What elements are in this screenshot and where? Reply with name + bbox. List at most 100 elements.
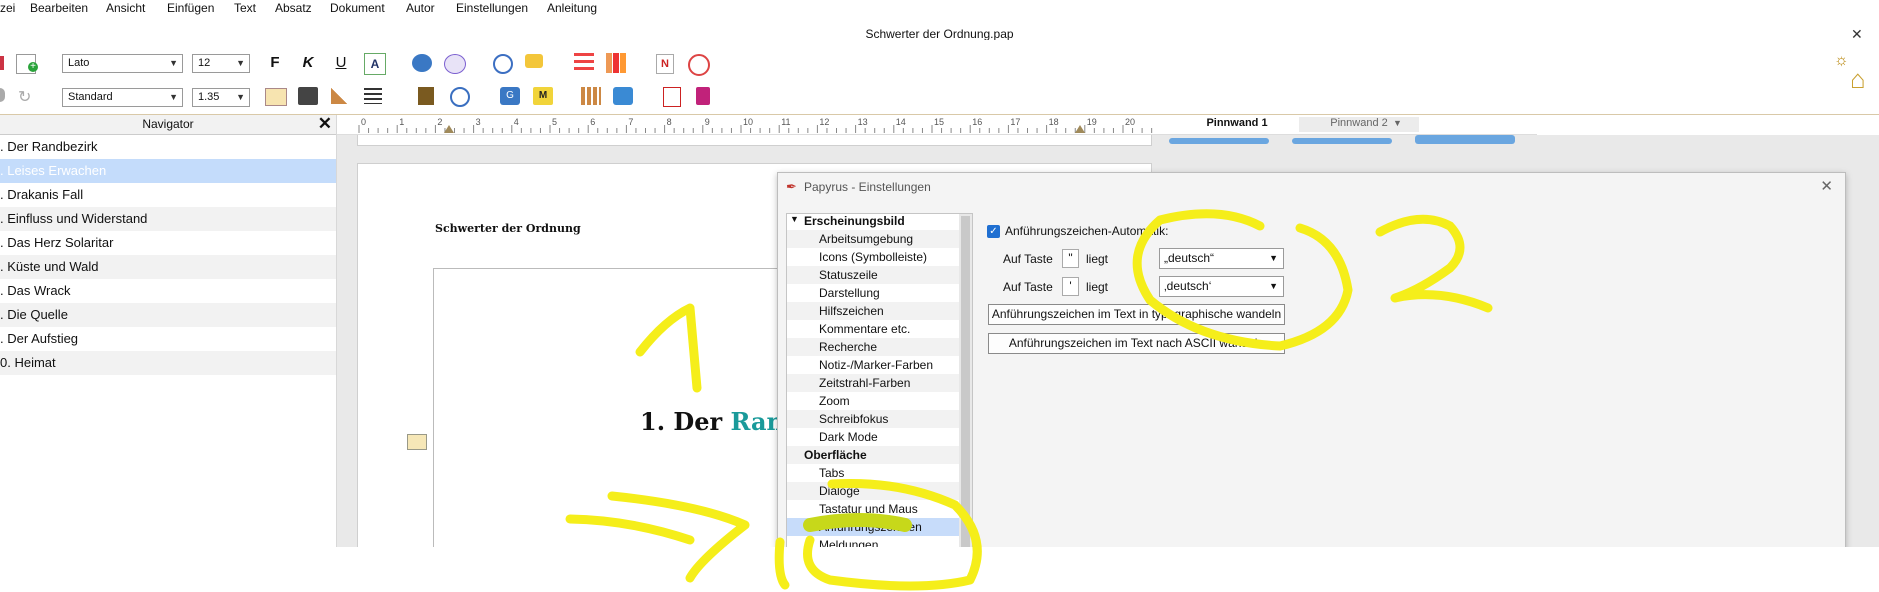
masks-icon[interactable] xyxy=(412,54,432,72)
style-select[interactable]: Standard ▼ xyxy=(62,88,183,107)
pinboard-card[interactable] xyxy=(1169,138,1269,144)
settings-gear-icon[interactable] xyxy=(688,54,710,76)
convert-ascii-button[interactable]: Anführungszeichen im Text nach ASCII wan… xyxy=(988,333,1285,354)
key-field-2[interactable]: ' xyxy=(1062,277,1079,296)
menu-text[interactable]: Text xyxy=(234,0,256,17)
dialog-title: Papyrus - Einstellungen xyxy=(804,180,931,194)
tree-group-header[interactable]: Oberfläche xyxy=(787,446,972,464)
tree-item[interactable]: Hilfszeichen xyxy=(787,302,972,320)
nav-item-chapter-2[interactable]: . Leises Erwachen xyxy=(0,159,336,183)
note-card-icon[interactable] xyxy=(407,434,427,450)
menu-ansicht[interactable]: Ansicht xyxy=(106,0,145,17)
chevron-down-icon[interactable]: ▼ xyxy=(1393,118,1402,128)
tree-item[interactable]: Notiz-/Marker-Farben xyxy=(787,356,972,374)
tree-item[interactable]: Zeitstrahl-Farben xyxy=(787,374,972,392)
auto-quotes-label: Anführungszeichen-Automatik: xyxy=(1005,224,1169,238)
underline-button[interactable]: U xyxy=(331,53,351,73)
card-icon[interactable] xyxy=(265,88,287,106)
ebook-icon[interactable] xyxy=(696,87,710,105)
menu-einfuegen[interactable]: Einfügen xyxy=(167,0,214,17)
ruler-right-indent-marker[interactable] xyxy=(1075,125,1085,133)
menu-dokument[interactable]: Dokument xyxy=(330,0,385,17)
search-replace-icon[interactable] xyxy=(493,54,513,74)
close-navigator-icon[interactable]: ✕ xyxy=(318,114,332,133)
tree-item[interactable]: Anführungszeichen xyxy=(787,518,972,536)
auto-quotes-checkbox[interactable]: ✓ xyxy=(987,225,1000,238)
nav-item-chapter-8[interactable]: . Die Quelle xyxy=(0,303,336,327)
redo-icon[interactable]: ↻ xyxy=(18,87,31,107)
book-icon[interactable] xyxy=(418,87,434,105)
dialog-close-icon[interactable]: ✕ xyxy=(1820,177,1833,195)
menu-absatz[interactable]: Absatz xyxy=(275,0,312,17)
menu-anleitung[interactable]: Anleitung xyxy=(547,0,597,17)
menu-autor[interactable]: Autor xyxy=(406,0,435,17)
clapperboard-icon[interactable] xyxy=(298,87,318,105)
tree-item[interactable]: Schreibfokus xyxy=(787,410,972,428)
nav-item-chapter-6[interactable]: . Küste und Wald xyxy=(0,255,336,279)
tree-scroll-thumb[interactable] xyxy=(961,216,970,552)
menu-datei[interactable]: zei xyxy=(0,0,15,17)
tree-scrollbar[interactable] xyxy=(959,214,972,554)
chat-icon[interactable] xyxy=(444,54,466,74)
tree-item[interactable]: Dialoge xyxy=(787,482,972,500)
tab-pinnwand-1[interactable]: Pinnwand 1 xyxy=(1177,117,1297,129)
undo-icon[interactable] xyxy=(0,88,5,102)
database-icon[interactable] xyxy=(613,87,633,105)
tree-item[interactable]: Statuszeile xyxy=(787,266,972,284)
quote-style-select-2[interactable]: ‚deutsch‘ ▼ xyxy=(1159,276,1284,297)
quote-style-select-1[interactable]: „deutsch“ ▼ xyxy=(1159,248,1284,269)
heading-prefix: 1. Der xyxy=(640,407,731,436)
style-check-icon[interactable]: M xyxy=(533,87,553,105)
list-icon[interactable] xyxy=(574,53,594,73)
tree-item[interactable]: Kommentare etc. xyxy=(787,320,972,338)
pinboard-card[interactable] xyxy=(1415,135,1515,144)
nav-item-chapter-3[interactable]: . Drakanis Fall xyxy=(0,183,336,207)
bold-button[interactable]: F xyxy=(265,53,285,73)
outline-icon[interactable] xyxy=(364,88,382,104)
grammar-icon[interactable]: G xyxy=(500,87,520,105)
key-field-1[interactable]: " xyxy=(1062,249,1079,268)
person-search-icon[interactable] xyxy=(450,87,470,107)
pinboard-card[interactable] xyxy=(1292,138,1392,144)
sun-icon[interactable]: ☼ xyxy=(1834,52,1849,70)
nav-item-chapter-7[interactable]: . Das Wrack xyxy=(0,279,336,303)
nav-item-chapter-9[interactable]: . Der Aufstieg xyxy=(0,327,336,351)
tree-item[interactable]: Zoom xyxy=(787,392,972,410)
tree-item[interactable]: Icons (Symbolleiste) xyxy=(787,248,972,266)
italic-button[interactable]: K xyxy=(298,53,318,73)
tree-item[interactable]: Darstellung xyxy=(787,284,972,302)
convert-typographic-button[interactable]: Anführungszeichen im Text in typographis… xyxy=(988,304,1285,325)
menu-einstellungen[interactable]: Einstellungen xyxy=(456,0,528,17)
ruler-number: 2 xyxy=(437,117,442,127)
pdf-icon[interactable] xyxy=(663,87,681,107)
font-size-select[interactable]: 12 ▼ xyxy=(192,54,250,73)
line-spacing-select[interactable]: 1.35 ▼ xyxy=(192,88,250,107)
nav-item-chapter-1[interactable]: . Der Randbezirk xyxy=(0,135,336,159)
font-family-select[interactable]: Lato ▼ xyxy=(62,54,183,73)
tree-item[interactable]: Dark Mode xyxy=(787,428,972,446)
nav-item-chapter-10[interactable]: 0. Heimat xyxy=(0,351,336,375)
nav-item-chapter-4[interactable]: . Einfluss und Widerstand xyxy=(0,207,336,231)
home-icon[interactable]: ⌂ xyxy=(1850,66,1866,92)
ruler-left-indent-marker[interactable] xyxy=(444,125,454,133)
settings-tree[interactable]: ▼ Erscheinungsbild Arbeitsumgebung Icons (S… xyxy=(786,213,973,555)
timeline-icon[interactable] xyxy=(581,87,601,105)
tree-item[interactable]: Tastatur und Maus xyxy=(787,500,972,518)
tree-item[interactable]: Recherche xyxy=(787,338,972,356)
ruler-number: 6 xyxy=(590,117,595,127)
tree-item[interactable]: Arbeitsumgebung xyxy=(787,230,972,248)
ruler-number: 1 xyxy=(399,117,404,127)
add-icon: + xyxy=(28,62,38,72)
ruler[interactable]: 0 1 2 3 4 5 6 7 8 9 10 11 12 13 14 15 16 17 18 19 20 Pinnwan… xyxy=(337,115,1537,135)
notes-icon[interactable]: N xyxy=(656,54,674,74)
nav-item-chapter-5[interactable]: . Das Herz Solaritar xyxy=(0,231,336,255)
comment-icon[interactable] xyxy=(525,54,543,68)
tree-item[interactable]: Tabs xyxy=(787,464,972,482)
tree-group-header[interactable]: Erscheinungsbild xyxy=(787,214,972,230)
window-title: Schwerter der Ordnung.pap xyxy=(865,27,1014,41)
menu-bearbeiten[interactable]: Bearbeiten xyxy=(30,0,88,17)
chart-icon[interactable] xyxy=(606,53,626,73)
text-color-icon[interactable]: A xyxy=(364,53,386,75)
doc-icon[interactable] xyxy=(0,56,4,70)
key-icon[interactable] xyxy=(331,88,351,104)
